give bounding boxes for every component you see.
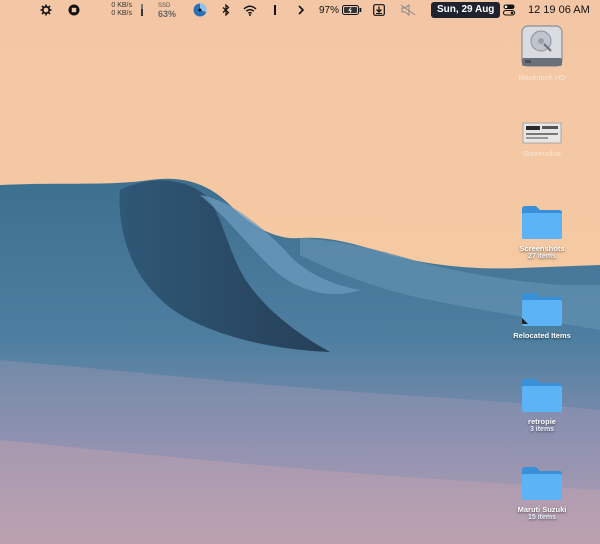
bluetooth-icon[interactable]: [222, 0, 230, 20]
ssd-usage[interactable]: SSD 63%: [158, 0, 176, 20]
desktop-item-label: Screenshot: [523, 149, 561, 158]
folder-icon: [522, 467, 562, 500]
desktop-item-count: 3 items: [529, 426, 555, 433]
battery-icon: [342, 5, 362, 15]
gear-icon[interactable]: [40, 0, 52, 20]
desktop-item-label: Screenshots: [519, 244, 565, 253]
desktop-item-label: Macintosh HD: [518, 73, 566, 82]
stop-icon[interactable]: [68, 0, 80, 20]
battery-status[interactable]: 97%: [319, 0, 362, 20]
date-display[interactable]: Sun, 29 Aug: [431, 0, 501, 20]
net-download: 0 KB/s: [111, 10, 132, 17]
folder-icon: [522, 206, 562, 239]
hard-drive-icon: [521, 25, 563, 67]
network-speed[interactable]: 0 KB/s 0 KB/s: [104, 0, 132, 20]
wifi-icon[interactable]: [243, 0, 257, 20]
desktop-item-relocated-items[interactable]: Relocated Items: [502, 290, 582, 340]
desktop-item-count: 27 items: [527, 253, 557, 260]
desktop-item-label: Maruti Suzuki: [517, 505, 567, 514]
menubar-clock[interactable]: 12 19 06 AM: [528, 0, 590, 20]
folder-icon: [522, 379, 562, 412]
chevron-right-icon[interactable]: [298, 0, 304, 20]
desktop-item-macintosh-hd[interactable]: Macintosh HD: [502, 24, 582, 82]
mute-icon[interactable]: [400, 0, 416, 20]
desktop-item-retropie-folder[interactable]: retropie 3 items: [502, 376, 582, 433]
pie-chart-icon[interactable]: [193, 0, 207, 20]
menu-bar: 0 KB/s 0 KB/s SSD 63% 97% Sun, 29 Aug 12: [0, 0, 600, 20]
cursor-icon[interactable]: [273, 0, 277, 20]
desktop-item-count: 15 items: [527, 514, 557, 521]
desktop-item-label: Relocated Items: [513, 331, 571, 340]
stats-icon[interactable]: [140, 0, 146, 20]
net-upload: 0 KB/s: [111, 2, 132, 9]
battery-percent: 97%: [319, 4, 340, 16]
desktop-item-label: retropie: [528, 417, 556, 426]
desktop-item-maruti-suzuki-folder[interactable]: Maruti Suzuki 15 items: [502, 464, 582, 521]
folder-alias-icon: [522, 293, 562, 326]
desktop-item-screenshots-folder[interactable]: Screenshots 27 items: [502, 203, 582, 260]
download-icon[interactable]: [373, 0, 385, 20]
date-pill: Sun, 29 Aug: [431, 2, 501, 18]
screenshot-icon: [522, 122, 562, 144]
desktop-item-screenshot[interactable]: Screenshot: [502, 120, 582, 158]
control-center-icon[interactable]: [503, 0, 515, 20]
ssd-value: 63%: [158, 9, 177, 19]
